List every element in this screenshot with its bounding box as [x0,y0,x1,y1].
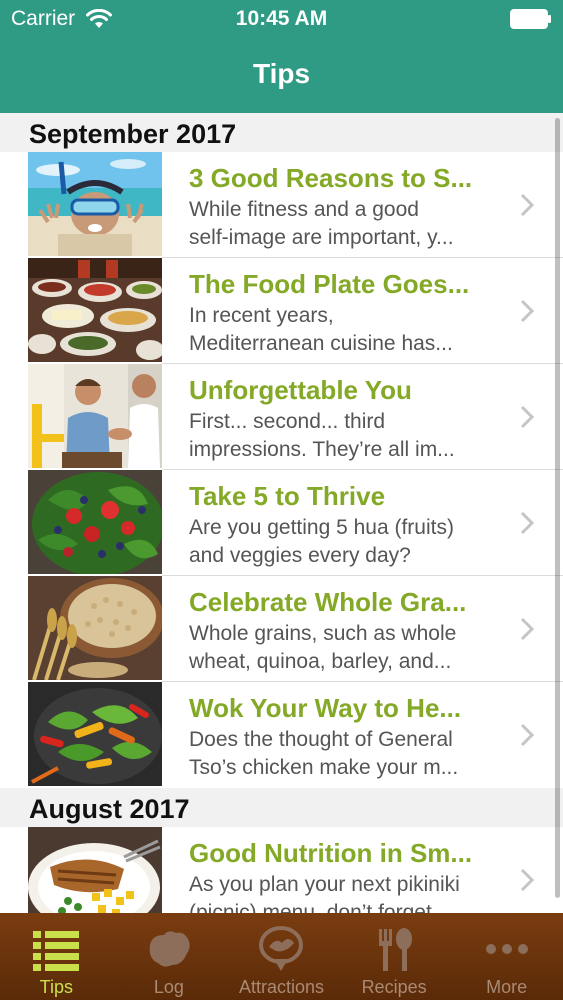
tip-description-line: Tso’s chicken make your m... [189,755,459,779]
tip-text: Wok Your Way to He... Does the thought o… [189,692,507,781]
chevron-right-icon [520,193,535,217]
tip-description-line: and veggies every day? [189,543,411,567]
tip-description-line: In recent years, [189,304,334,327]
more-dots-icon [485,944,528,954]
tip-description-line: First... second... third [189,410,386,433]
tip-title: Good Nutrition in Sm... [189,838,473,868]
page-title: Tips [252,58,311,89]
chevron-right-icon [520,299,535,323]
tip-text: The Food Plate Goes... In recent years, … [189,268,507,357]
tab-label: Attractions [238,977,324,997]
snorkel-girl-photo [28,152,162,256]
scroll-indicator[interactable] [555,118,560,898]
tab-attractions[interactable]: Attractions [225,913,338,1000]
tip-description: While fitness and a good self-image are … [189,196,507,251]
tip-row-whole-grains[interactable]: Celebrate Whole Gra... Whole grains, suc… [0,576,563,682]
tab-log[interactable]: Log [113,913,226,1000]
utensils-icon [379,928,413,971]
status-time: 10:45 AM [235,7,328,30]
section-header-september: September 2017 [0,113,563,152]
tab-bar: Tips Log Attractions Recipes More [0,913,563,1000]
whole-grains-photo [28,576,162,680]
tip-text: Celebrate Whole Gra... Whole grains, suc… [189,586,507,675]
tip-description-line: self-image are important, y... [189,225,454,249]
tip-text: Take 5 to Thrive Are you getting 5 hua (… [189,480,507,569]
tip-title: Wok Your Way to He... [189,693,462,723]
tip-row-good-nutrition[interactable]: Good Nutrition in Sm... As you plan your… [0,827,563,913]
tab-more[interactable]: More [450,913,563,1000]
tip-description: Whole grains, such as whole wheat, quino… [189,620,507,675]
tips-list[interactable]: September 2017 3 Good Reasons to S... Wh… [0,113,563,913]
tip-description-line: wheat, quinoa, barley, and... [189,649,452,673]
tip-description-line: impressions. They’re all im... [189,437,455,461]
tip-text: Good Nutrition in Sm... As you plan your… [189,837,507,913]
tip-description-line: (picnic) menu, don’t forget... [189,900,450,914]
tip-row-food-plate[interactable]: The Food Plate Goes... In recent years, … [0,258,563,364]
tab-recipes[interactable]: Recipes [338,913,451,1000]
tip-description: In recent years, Mediterranean cuisine h… [189,302,507,357]
tip-title: 3 Good Reasons to S... [189,163,473,193]
section-header-august: August 2017 [0,788,563,827]
hawaii-map-icon [149,931,190,967]
tip-row-take-5[interactable]: Take 5 to Thrive Are you getting 5 hua (… [0,470,563,576]
battery-icon [510,9,551,29]
status-bar: Carrier 10:45 AM [0,0,563,38]
tab-label: Recipes [361,977,427,997]
tip-description: As you plan your next pikiniki (picnic) … [189,871,507,913]
tip-title: The Food Plate Goes... [189,269,470,299]
tip-description: Does the thought of General Tso’s chicke… [189,726,507,781]
tip-description: Are you getting 5 hua (fruits) and veggi… [189,514,507,569]
tip-description-line: While fitness and a good [189,198,419,221]
tip-title: Unforgettable You [189,375,412,405]
tip-description-line: Are you getting 5 hua (fruits) [189,516,454,539]
handshake-photo [28,364,162,468]
tab-label: Log [153,977,184,997]
top-bar: Carrier 10:45 AM Tips [0,0,563,113]
chevron-right-icon [520,405,535,429]
map-pin-icon [259,926,304,971]
tip-title: Celebrate Whole Gra... [189,587,467,617]
tip-description-line: As you plan your next pikiniki [189,873,460,896]
tip-description-line: Mediterranean cuisine has... [189,331,453,355]
tip-description-line: Whole grains, such as whole [189,622,457,645]
fruit-salad-photo [28,470,162,574]
tip-text: Unforgettable You First... second... thi… [189,374,507,463]
tip-description-line: Does the thought of General [189,728,453,751]
tab-label: Tips [39,977,73,997]
list-icon [33,931,80,971]
tip-row-unforgettable-you[interactable]: Unforgettable You First... second... thi… [0,364,563,470]
chevron-right-icon [520,723,535,747]
tip-title: Take 5 to Thrive [189,481,386,511]
tip-description: First... second... third impressions. Th… [189,408,507,463]
chevron-right-icon [520,511,535,535]
grilled-fish-plate-photo [28,827,162,913]
chevron-right-icon [520,868,535,892]
tip-text: 3 Good Reasons to S... While fitness and… [189,162,507,251]
tip-row-good-reasons[interactable]: 3 Good Reasons to S... While fitness and… [0,152,563,258]
tab-tips[interactable]: Tips [0,913,113,1000]
chevron-right-icon [520,617,535,641]
stir-fry-photo [28,682,162,786]
tip-row-wok-your-way[interactable]: Wok Your Way to He... Does the thought o… [0,682,563,788]
tab-label: More [486,977,528,997]
mediterranean-buffet-photo [28,258,162,362]
